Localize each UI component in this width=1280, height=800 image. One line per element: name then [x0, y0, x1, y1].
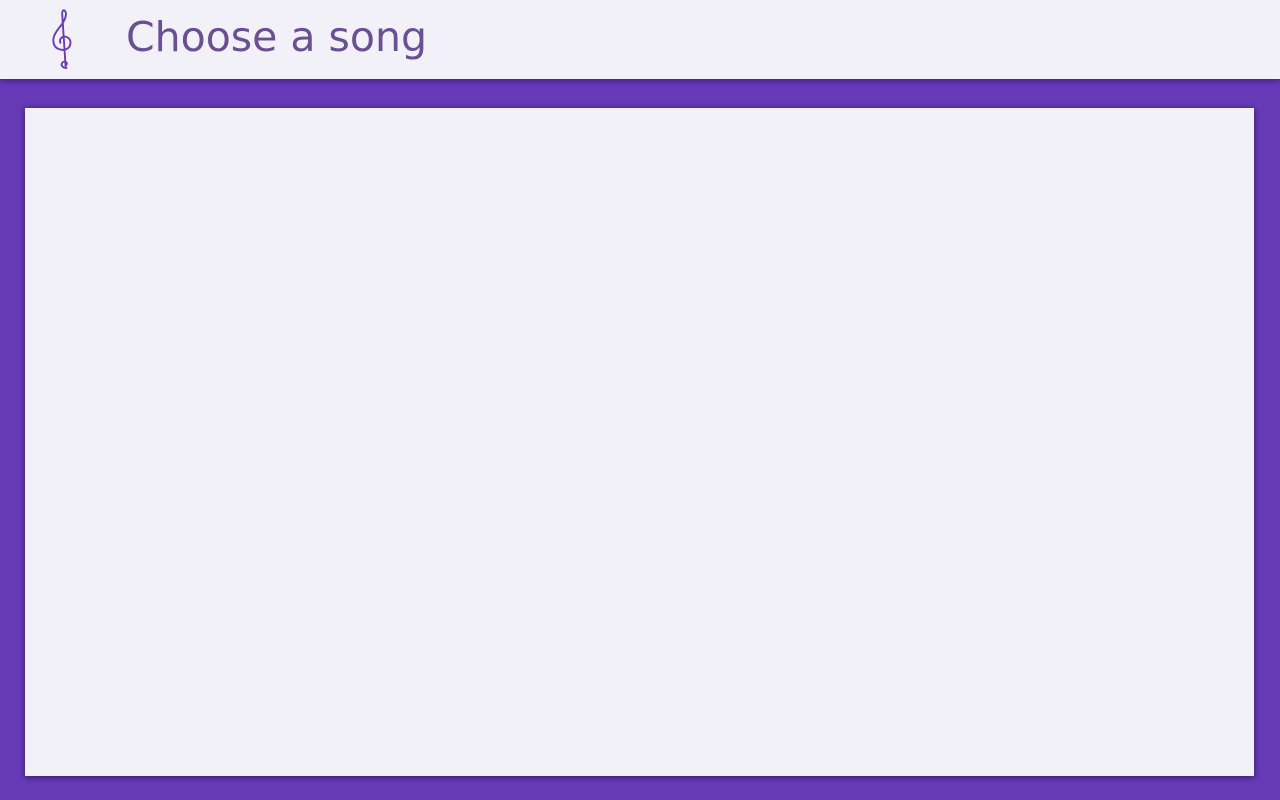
song-list[interactable]	[25, 108, 1254, 776]
treble-clef-icon	[40, 8, 90, 70]
app-bar: Choose a song	[0, 0, 1280, 79]
page-title: Choose a song	[126, 13, 428, 61]
